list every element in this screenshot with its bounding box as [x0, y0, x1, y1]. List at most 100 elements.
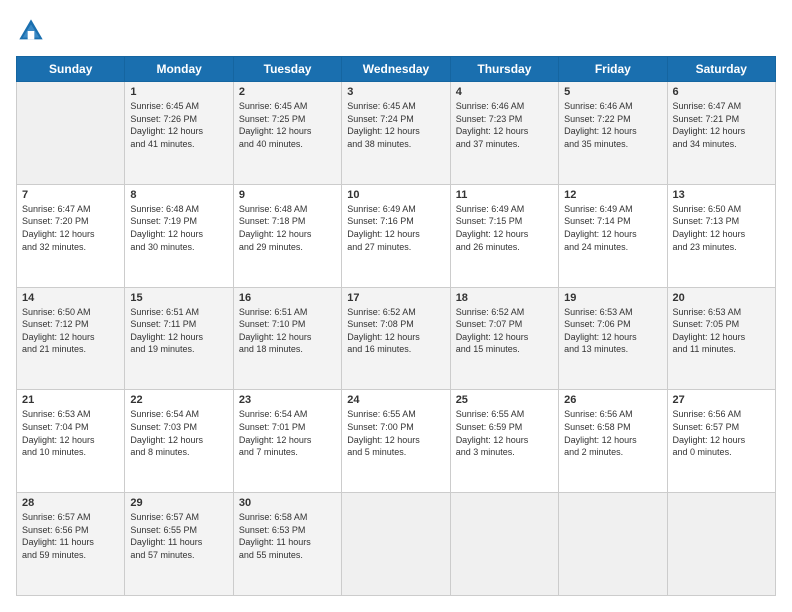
day-number: 22 — [130, 394, 227, 406]
day-info: Sunrise: 6:55 AM Sunset: 7:00 PM Dayligh… — [347, 408, 444, 458]
day-number: 15 — [130, 292, 227, 304]
calendar-day-cell — [667, 493, 775, 596]
calendar-col-header: Sunday — [17, 57, 125, 82]
day-number: 12 — [564, 189, 661, 201]
calendar-day-cell: 9 Sunrise: 6:48 AM Sunset: 7:18 PM Daylig… — [233, 184, 341, 287]
day-info: Sunrise: 6:50 AM Sunset: 7:12 PM Dayligh… — [22, 306, 119, 356]
calendar-week-row: 28 Sunrise: 6:57 AM Sunset: 6:56 PM Dayli… — [17, 493, 776, 596]
page: SundayMondayTuesdayWednesdayThursdayFrid… — [0, 0, 792, 612]
day-info: Sunrise: 6:48 AM Sunset: 7:19 PM Dayligh… — [130, 203, 227, 253]
day-info: Sunrise: 6:50 AM Sunset: 7:13 PM Dayligh… — [673, 203, 770, 253]
day-info: Sunrise: 6:55 AM Sunset: 6:59 PM Dayligh… — [456, 408, 553, 458]
day-info: Sunrise: 6:53 AM Sunset: 7:04 PM Dayligh… — [22, 408, 119, 458]
day-info: Sunrise: 6:53 AM Sunset: 7:05 PM Dayligh… — [673, 306, 770, 356]
calendar-day-cell: 8 Sunrise: 6:48 AM Sunset: 7:19 PM Daylig… — [125, 184, 233, 287]
day-info: Sunrise: 6:52 AM Sunset: 7:08 PM Dayligh… — [347, 306, 444, 356]
calendar-day-cell: 23Sunrise: 6:54 AM Sunset: 7:01 PM Dayli… — [233, 390, 341, 493]
calendar-col-header: Thursday — [450, 57, 558, 82]
day-info: Sunrise: 6:54 AM Sunset: 7:03 PM Dayligh… — [130, 408, 227, 458]
calendar-day-cell — [450, 493, 558, 596]
calendar-col-header: Saturday — [667, 57, 775, 82]
calendar-day-cell: 7 Sunrise: 6:47 AM Sunset: 7:20 PM Daylig… — [17, 184, 125, 287]
day-number: 9 — [239, 189, 336, 201]
day-number: 25 — [456, 394, 553, 406]
calendar-day-cell: 25 Sunrise: 6:55 AM Sunset: 6:59 PM Dayli… — [450, 390, 558, 493]
calendar-day-cell: 13 Sunrise: 6:50 AM Sunset: 7:13 PM Dayli… — [667, 184, 775, 287]
calendar-day-cell: 21 Sunrise: 6:53 AM Sunset: 7:04 PM Dayli… — [17, 390, 125, 493]
calendar-day-cell: 28 Sunrise: 6:57 AM Sunset: 6:56 PM Dayli… — [17, 493, 125, 596]
calendar-week-row: 14 Sunrise: 6:50 AM Sunset: 7:12 PM Dayli… — [17, 287, 776, 390]
day-info: Sunrise: 6:56 AM Sunset: 6:57 PM Dayligh… — [673, 408, 770, 458]
day-number: 24 — [347, 394, 444, 406]
day-number: 4 — [456, 86, 553, 98]
calendar-day-cell: 19 Sunrise: 6:53 AM Sunset: 7:06 PM Dayli… — [559, 287, 667, 390]
calendar-day-cell: 20 Sunrise: 6:53 AM Sunset: 7:05 PM Dayli… — [667, 287, 775, 390]
day-number: 27 — [673, 394, 770, 406]
calendar-day-cell: 16 Sunrise: 6:51 AM Sunset: 7:10 PM Dayli… — [233, 287, 341, 390]
calendar-day-cell: 2 Sunrise: 6:45 AM Sunset: 7:25 PM Daylig… — [233, 82, 341, 185]
day-number: 5 — [564, 86, 661, 98]
day-info: Sunrise: 6:52 AM Sunset: 7:07 PM Dayligh… — [456, 306, 553, 356]
calendar-day-cell: 17Sunrise: 6:52 AM Sunset: 7:08 PM Dayli… — [342, 287, 450, 390]
day-info: Sunrise: 6:53 AM Sunset: 7:06 PM Dayligh… — [564, 306, 661, 356]
day-info: Sunrise: 6:58 AM Sunset: 6:53 PM Dayligh… — [239, 511, 336, 561]
day-number: 23 — [239, 394, 336, 406]
day-number: 7 — [22, 189, 119, 201]
calendar-day-cell: 10Sunrise: 6:49 AM Sunset: 7:16 PM Dayli… — [342, 184, 450, 287]
day-info: Sunrise: 6:48 AM Sunset: 7:18 PM Dayligh… — [239, 203, 336, 253]
day-info: Sunrise: 6:49 AM Sunset: 7:14 PM Dayligh… — [564, 203, 661, 253]
day-info: Sunrise: 6:45 AM Sunset: 7:24 PM Dayligh… — [347, 100, 444, 150]
calendar-day-cell: 11 Sunrise: 6:49 AM Sunset: 7:15 PM Dayli… — [450, 184, 558, 287]
day-info: Sunrise: 6:49 AM Sunset: 7:15 PM Dayligh… — [456, 203, 553, 253]
calendar-day-cell: 14 Sunrise: 6:50 AM Sunset: 7:12 PM Dayli… — [17, 287, 125, 390]
day-number: 19 — [564, 292, 661, 304]
calendar-day-cell — [17, 82, 125, 185]
day-number: 14 — [22, 292, 119, 304]
calendar-col-header: Tuesday — [233, 57, 341, 82]
day-number: 2 — [239, 86, 336, 98]
day-number: 28 — [22, 497, 119, 509]
day-number: 26 — [564, 394, 661, 406]
day-number: 16 — [239, 292, 336, 304]
calendar-day-cell: 3 Sunrise: 6:45 AM Sunset: 7:24 PM Daylig… — [342, 82, 450, 185]
calendar-day-cell: 18Sunrise: 6:52 AM Sunset: 7:07 PM Dayli… — [450, 287, 558, 390]
calendar-day-cell: 26Sunrise: 6:56 AM Sunset: 6:58 PM Dayli… — [559, 390, 667, 493]
calendar-day-cell: 6 Sunrise: 6:47 AM Sunset: 7:21 PM Daylig… — [667, 82, 775, 185]
calendar-col-header: Monday — [125, 57, 233, 82]
calendar-day-cell: 12 Sunrise: 6:49 AM Sunset: 7:14 PM Dayli… — [559, 184, 667, 287]
calendar-col-header: Friday — [559, 57, 667, 82]
day-number: 1 — [130, 86, 227, 98]
calendar-day-cell: 15 Sunrise: 6:51 AM Sunset: 7:11 PM Dayli… — [125, 287, 233, 390]
day-info: Sunrise: 6:51 AM Sunset: 7:11 PM Dayligh… — [130, 306, 227, 356]
calendar-col-header: Wednesday — [342, 57, 450, 82]
day-info: Sunrise: 6:57 AM Sunset: 6:55 PM Dayligh… — [130, 511, 227, 561]
logo-icon — [16, 16, 46, 46]
day-number: 13 — [673, 189, 770, 201]
calendar-day-cell: 1Sunrise: 6:45 AM Sunset: 7:26 PM Daylig… — [125, 82, 233, 185]
day-info: Sunrise: 6:51 AM Sunset: 7:10 PM Dayligh… — [239, 306, 336, 356]
day-info: Sunrise: 6:47 AM Sunset: 7:21 PM Dayligh… — [673, 100, 770, 150]
calendar-day-cell: 4 Sunrise: 6:46 AM Sunset: 7:23 PM Daylig… — [450, 82, 558, 185]
day-number: 20 — [673, 292, 770, 304]
calendar-header-row: SundayMondayTuesdayWednesdayThursdayFrid… — [17, 57, 776, 82]
day-number: 6 — [673, 86, 770, 98]
day-info: Sunrise: 6:57 AM Sunset: 6:56 PM Dayligh… — [22, 511, 119, 561]
day-info: Sunrise: 6:49 AM Sunset: 7:16 PM Dayligh… — [347, 203, 444, 253]
day-info: Sunrise: 6:47 AM Sunset: 7:20 PM Dayligh… — [22, 203, 119, 253]
calendar-table: SundayMondayTuesdayWednesdayThursdayFrid… — [16, 56, 776, 596]
calendar-day-cell — [559, 493, 667, 596]
day-info: Sunrise: 6:46 AM Sunset: 7:23 PM Dayligh… — [456, 100, 553, 150]
day-number: 8 — [130, 189, 227, 201]
day-number: 30 — [239, 497, 336, 509]
day-number: 21 — [22, 394, 119, 406]
calendar-day-cell: 24 Sunrise: 6:55 AM Sunset: 7:00 PM Dayli… — [342, 390, 450, 493]
day-number: 3 — [347, 86, 444, 98]
day-info: Sunrise: 6:45 AM Sunset: 7:25 PM Dayligh… — [239, 100, 336, 150]
day-number: 29 — [130, 497, 227, 509]
day-info: Sunrise: 6:46 AM Sunset: 7:22 PM Dayligh… — [564, 100, 661, 150]
calendar-day-cell: 29 Sunrise: 6:57 AM Sunset: 6:55 PM Dayli… — [125, 493, 233, 596]
day-number: 11 — [456, 189, 553, 201]
calendar-day-cell: 22 Sunrise: 6:54 AM Sunset: 7:03 PM Dayli… — [125, 390, 233, 493]
calendar-week-row: 21 Sunrise: 6:53 AM Sunset: 7:04 PM Dayli… — [17, 390, 776, 493]
calendar-week-row: 7 Sunrise: 6:47 AM Sunset: 7:20 PM Daylig… — [17, 184, 776, 287]
